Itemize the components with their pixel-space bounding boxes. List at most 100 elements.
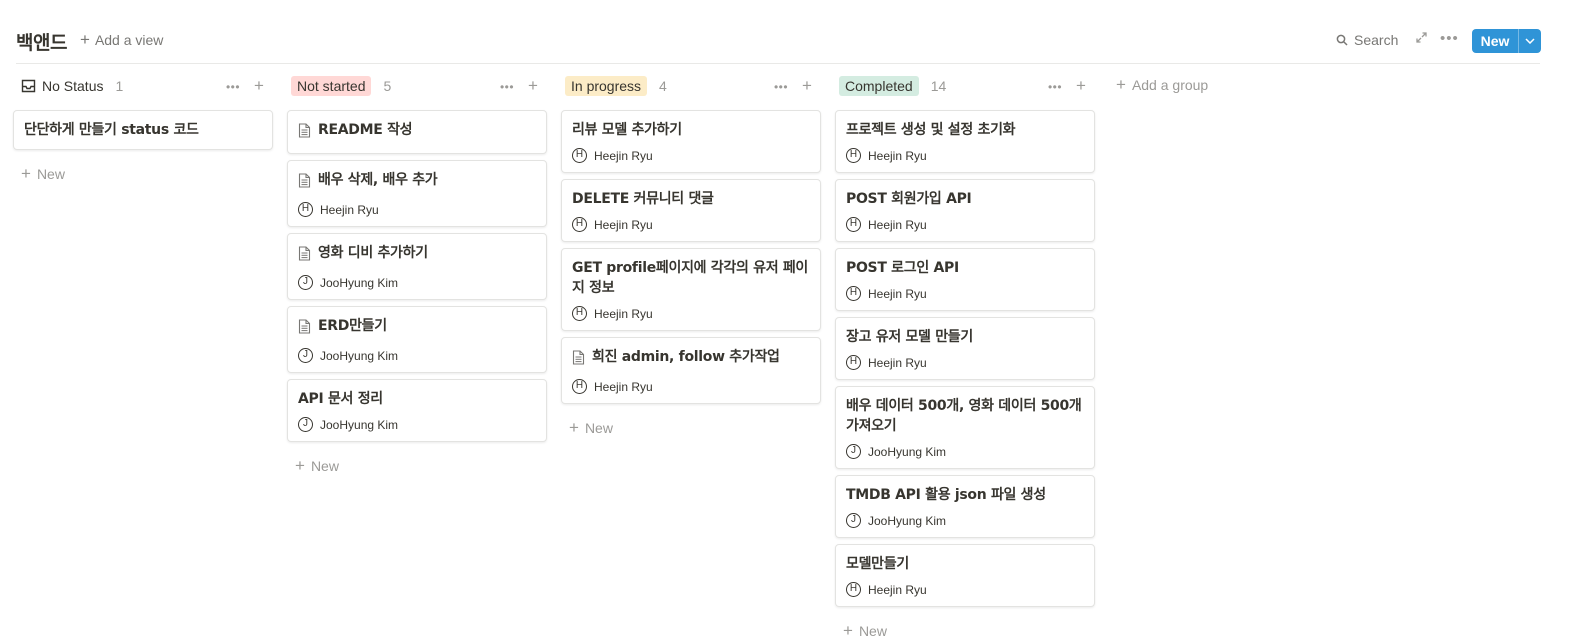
more-icon: ••• <box>1440 30 1459 47</box>
column-more-button[interactable]: ••• <box>1047 77 1063 96</box>
expand-icon <box>1415 32 1427 43</box>
search-label: Search <box>1354 32 1399 48</box>
column-cards: README 작성 배우 삭제, 배우 추가 H Heejin Ryu 영화 디비 추가… <box>287 110 547 442</box>
document-icon <box>298 173 312 194</box>
more-icon: ••• <box>225 80 241 94</box>
add-group-button[interactable]: + Add a group <box>1116 76 1209 93</box>
board-card[interactable]: 리뷰 모델 추가하기 H Heejin Ryu <box>561 110 821 173</box>
board-column: No Status 1 ••• + 단단하게 만들기 status 코드 + New <box>13 72 273 192</box>
new-page-button[interactable]: New <box>1472 29 1541 53</box>
assignee-name: Heejin Ryu <box>868 148 927 163</box>
column-add-button[interactable]: + <box>1073 77 1089 96</box>
column-header[interactable]: In progress 4 ••• + <box>561 72 821 100</box>
card-assignee: J JooHyung Kim <box>298 417 536 432</box>
board-card[interactable]: API 문서 정리 J JooHyung Kim <box>287 379 547 442</box>
card-title: 프로젝트 생성 및 설정 초기화 <box>846 122 1016 138</box>
assignee-name: Heejin Ryu <box>594 306 653 321</box>
board-card[interactable]: 영화 디비 추가하기 J JooHyung Kim <box>287 233 547 300</box>
column-more-button[interactable]: ••• <box>225 77 241 96</box>
column-new-button[interactable]: + New <box>13 156 273 192</box>
board-card[interactable]: 희진 admin, follow 추가작업 H Heejin Ryu <box>561 337 821 404</box>
board-card[interactable]: 단단하게 만들기 status 코드 <box>13 110 273 150</box>
column-add-button[interactable]: + <box>525 77 541 96</box>
board-card[interactable]: GET profile페이지에 각각의 유저 페이지 정보 H Heejin Ryu <box>561 248 821 331</box>
plus-icon: + <box>569 418 579 437</box>
column-new-button[interactable]: + New <box>561 410 821 446</box>
card-title: API 문서 정리 <box>298 391 383 407</box>
add-view-button[interactable]: + Add a view <box>80 31 163 48</box>
board-column: In progress 4 ••• + 리뷰 모델 추가하기 H Heejin Ryu DEL… <box>561 72 821 446</box>
assignee-name: Heejin Ryu <box>594 379 653 394</box>
open-full-page-button[interactable] <box>1412 30 1430 48</box>
document-icon <box>572 350 586 371</box>
new-dropdown-button[interactable] <box>1519 29 1541 53</box>
new-button-label: New <box>1480 33 1510 49</box>
status-badge: In progress <box>565 76 648 96</box>
card-assignee: H Heejin Ryu <box>846 286 1084 301</box>
avatar: J <box>846 513 861 528</box>
board-column: Not started 5 ••• + README 작성 배우 삭제, 배우 추가 H He… <box>287 72 547 484</box>
assignee-name: Heejin Ryu <box>594 217 653 232</box>
board-card[interactable]: POST 회원가입 API H Heejin Ryu <box>835 179 1095 242</box>
database-title[interactable]: 백앤드 <box>16 28 67 55</box>
board-card[interactable]: 모델만들기 H Heejin Ryu <box>835 544 1095 607</box>
chevron-down-icon <box>1525 38 1535 44</box>
avatar: H <box>846 217 861 232</box>
avatar: H <box>572 306 587 321</box>
search-icon <box>1336 34 1348 46</box>
new-label: New <box>310 458 339 474</box>
plus-icon: + <box>254 76 264 95</box>
card-assignee: H Heejin Ryu <box>572 148 810 163</box>
assignee-name: Heejin Ryu <box>868 286 927 301</box>
board-card[interactable]: DELETE 커뮤니티 댓글 H Heejin Ryu <box>561 179 821 242</box>
card-title: 영화 디비 추가하기 <box>318 245 428 261</box>
column-new-button[interactable]: + New <box>835 613 1095 637</box>
card-title: GET profile페이지에 각각의 유저 페이지 정보 <box>572 260 809 296</box>
plus-icon: + <box>21 164 31 183</box>
search-button[interactable]: Search <box>1336 32 1398 48</box>
column-header[interactable]: Completed 14 ••• + <box>835 72 1095 100</box>
column-count: 4 <box>659 78 667 94</box>
assignee-name: JooHyung Kim <box>868 444 947 459</box>
column-header[interactable]: No Status 1 ••• + <box>13 72 273 100</box>
column-add-button[interactable]: + <box>799 77 815 96</box>
card-title: 모델만들기 <box>846 556 909 572</box>
card-title: 장고 유저 모델 만들기 <box>846 329 973 345</box>
new-label: New <box>584 420 613 436</box>
avatar: J <box>298 417 313 432</box>
more-options-button[interactable]: ••• <box>1440 30 1458 48</box>
add-group-label: Add a group <box>1131 77 1209 93</box>
avatar: H <box>298 202 313 217</box>
column-header[interactable]: Not started 5 ••• + <box>287 72 547 100</box>
column-more-button[interactable]: ••• <box>773 77 789 96</box>
board-card[interactable]: POST 로그인 API H Heejin Ryu <box>835 248 1095 311</box>
column-more-button[interactable]: ••• <box>499 77 515 96</box>
new-label: New <box>858 623 887 637</box>
card-assignee: H Heejin Ryu <box>846 148 1084 163</box>
inbox-icon <box>21 79 36 93</box>
card-assignee: J JooHyung Kim <box>298 275 536 290</box>
column-count: 14 <box>930 78 947 94</box>
column-count: 1 <box>115 78 124 94</box>
card-assignee: H Heejin Ryu <box>572 306 810 321</box>
plus-icon: + <box>528 76 538 95</box>
board-card[interactable]: README 작성 <box>287 110 547 154</box>
column-new-button[interactable]: + New <box>287 448 547 484</box>
header-divider <box>16 63 1540 64</box>
board-card[interactable]: 배우 삭제, 배우 추가 H Heejin Ryu <box>287 160 547 227</box>
board-card[interactable]: TMDB API 활용 json 파일 생성 J JooHyung Kim <box>835 475 1095 538</box>
avatar: H <box>846 286 861 301</box>
card-title: ERD만들기 <box>318 318 387 334</box>
board-card[interactable]: 배우 데이터 500개, 영화 데이터 500개 가져오기 J JooHyung K… <box>835 386 1095 469</box>
card-assignee: H Heejin Ryu <box>572 379 810 394</box>
card-assignee: J JooHyung Kim <box>298 348 536 363</box>
board-card[interactable]: 프로젝트 생성 및 설정 초기화 H Heejin Ryu <box>835 110 1095 173</box>
board-card[interactable]: 장고 유저 모델 만들기 H Heejin Ryu <box>835 317 1095 380</box>
card-title: TMDB API 활용 json 파일 생성 <box>846 487 1046 503</box>
database-header: 백앤드 + Add a view Search ••• New <box>0 0 1580 64</box>
board-card[interactable]: ERD만들기 J JooHyung Kim <box>287 306 547 373</box>
column-add-button[interactable]: + <box>251 77 267 96</box>
card-title: 단단하게 만들기 status 코드 <box>24 122 199 138</box>
avatar: J <box>846 444 861 459</box>
avatar: H <box>846 582 861 597</box>
